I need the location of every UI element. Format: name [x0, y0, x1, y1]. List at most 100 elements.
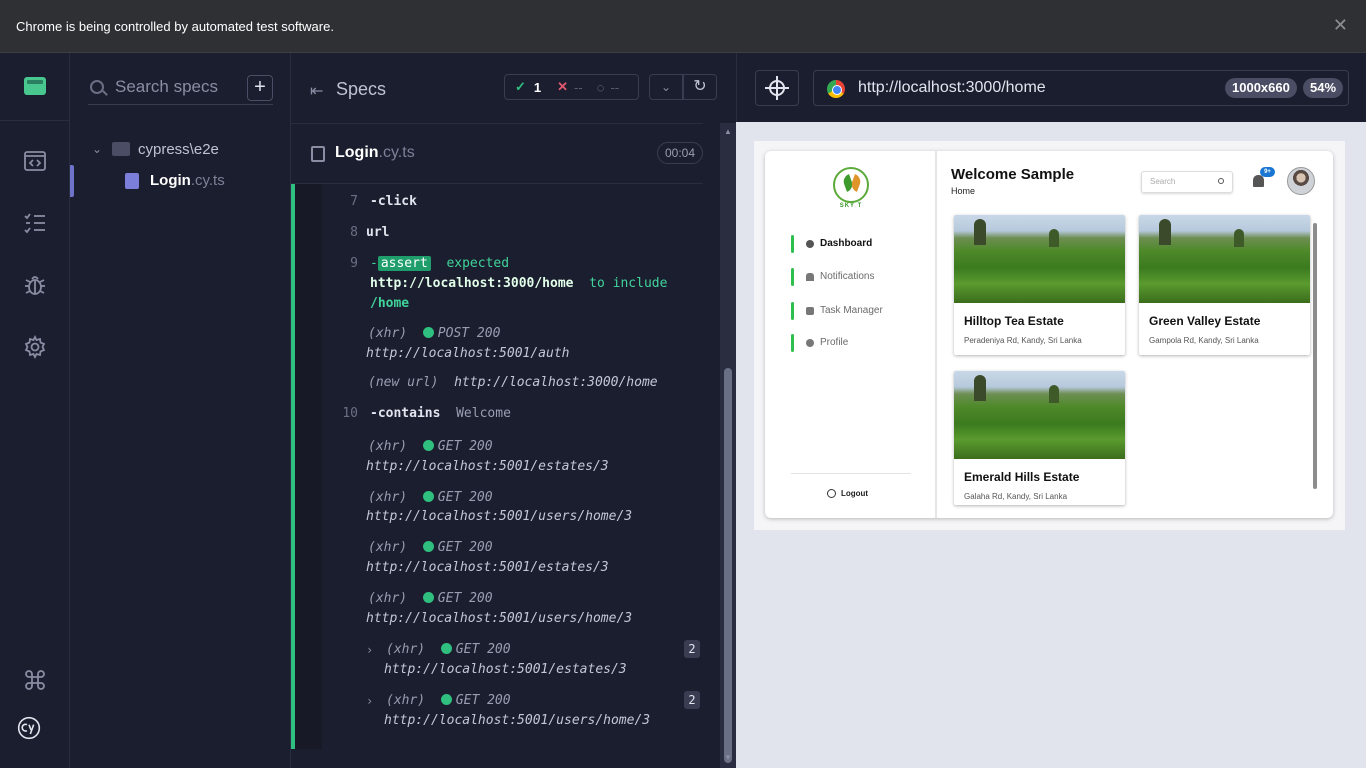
specs-list-panel: Search specs + ⌄ cypress\e2e Login.cy.ts: [70, 53, 291, 768]
avatar[interactable]: [1287, 167, 1315, 195]
nav-indicator: [791, 235, 794, 253]
failed-count: --: [574, 79, 583, 95]
list-check-icon[interactable]: [23, 211, 47, 235]
estate-card[interactable]: Hilltop Tea Estate Peradeniya Rd, Kandy,…: [954, 215, 1125, 355]
power-icon: [827, 489, 836, 498]
page-title: Welcome Sample: [951, 166, 1075, 183]
reporter-panel: ⇤ Specs ✓ 1 ✕ -- ◌ -- ⌄ ↻ Login.cy.ts 00…: [291, 53, 736, 768]
viewport-badge[interactable]: 1000x660: [1225, 78, 1297, 98]
selector-playground-button[interactable]: [755, 70, 799, 106]
command-number: 10: [342, 406, 358, 421]
brand-name: SKY T: [839, 203, 863, 209]
sidebar-item-label: Task Manager: [820, 305, 883, 316]
estate-image: [954, 215, 1125, 303]
reporter-title[interactable]: Specs: [336, 79, 386, 100]
app-search-input[interactable]: Search: [1141, 171, 1233, 193]
assert-line: - assert expected: [370, 256, 510, 271]
notification-badge: 9+: [1260, 167, 1275, 177]
estate-card[interactable]: Emerald Hills Estate Galaha Rd, Kandy, S…: [954, 371, 1125, 505]
command-name: -contains Welcome: [370, 406, 511, 421]
expand-button[interactable]: ⌄: [649, 74, 683, 100]
gear-icon[interactable]: [23, 334, 47, 360]
spec-item-login[interactable]: Login.cy.ts: [70, 165, 290, 197]
estate-image: [1139, 215, 1310, 303]
estate-address: Peradeniya Rd, Kandy, Sri Lanka: [964, 336, 1082, 345]
status-dot-icon: [440, 643, 452, 654]
add-spec-button[interactable]: +: [247, 75, 273, 101]
check-icon: ✓: [515, 79, 526, 94]
cross-icon: ✕: [557, 79, 569, 94]
estate-name: Green Valley Estate: [1149, 314, 1261, 328]
spec-file-name: Login.cy.ts: [150, 172, 225, 189]
test-stats: ✓ 1 ✕ -- ◌ --: [504, 74, 639, 100]
spec-file-header: Login.cy.ts 00:04: [291, 123, 703, 184]
search-specs-input[interactable]: Search specs: [88, 75, 273, 105]
assert-tag: assert: [377, 256, 431, 271]
reporter-scrollbar[interactable]: ▲ ▼: [720, 123, 736, 768]
document-icon: [125, 173, 139, 189]
chevron-right-icon[interactable]: ›: [366, 640, 373, 660]
search-placeholder: Search: [1150, 177, 1176, 186]
scroll-down-icon[interactable]: ▼: [724, 753, 732, 762]
chrome-icon: [827, 80, 845, 98]
logout-label: Logout: [841, 489, 869, 498]
checklist-icon: [806, 307, 814, 315]
nav-indicator: [791, 334, 794, 352]
estate-card[interactable]: Green Valley Estate Gampola Rd, Kandy, S…: [1139, 215, 1310, 355]
command-icon[interactable]: [23, 668, 47, 692]
estate-image: [954, 371, 1125, 459]
bell-icon[interactable]: [1253, 175, 1264, 187]
reporter-header: ⇤ Specs ✓ 1 ✕ -- ◌ -- ⌄ ↻: [291, 53, 736, 123]
rerun-button[interactable]: ↻: [683, 74, 717, 100]
estate-name: Emerald Hills Estate: [964, 470, 1080, 484]
estate-address: Galaha Rd, Kandy, Sri Lanka: [964, 492, 1068, 501]
app-scrollbar[interactable]: [1312, 215, 1318, 505]
nav-indicator: [791, 268, 794, 286]
command-list: 7 -click 8 url 9 - assert expected http:/…: [322, 184, 703, 749]
pending-icon: ◌: [596, 79, 605, 95]
chevron-right-icon[interactable]: ›: [366, 691, 373, 711]
command-number: 9: [350, 256, 358, 271]
count-badge: 2: [684, 640, 700, 658]
app-logo-icon[interactable]: [24, 77, 46, 95]
count-badge: 2: [684, 691, 700, 709]
command-number: 7: [350, 194, 358, 209]
app-main: Welcome Sample Home Search 9+ Hilltop Te…: [939, 151, 1333, 518]
close-icon[interactable]: ✕: [1333, 16, 1348, 34]
duration-badge: 00:04: [657, 142, 703, 164]
collapse-arrow-icon[interactable]: ⇤: [310, 81, 323, 101]
app-shell: SKY T Dashboard Notifications Task Manag…: [765, 151, 1333, 518]
search-placeholder: Search specs: [115, 77, 218, 96]
scrollbar-thumb[interactable]: [724, 368, 732, 763]
status-dot-icon: [422, 327, 434, 338]
nav-divider: [0, 120, 70, 121]
scrollbar-thumb[interactable]: [1313, 223, 1317, 489]
cypress-logo-icon[interactable]: [17, 716, 53, 752]
status-dot-icon: [440, 694, 452, 705]
spec-file-title: Login.cy.ts: [335, 144, 415, 161]
command-log: 7 -click 8 url 9 - assert expected http:/…: [291, 184, 703, 749]
pending-count: --: [610, 79, 620, 95]
sidebar-item-task-manager[interactable]: Task Manager: [791, 302, 931, 320]
folder-row[interactable]: ⌄ cypress\e2e: [92, 139, 219, 159]
scroll-up-icon[interactable]: ▲: [724, 127, 732, 136]
logout-button[interactable]: Logout: [827, 489, 868, 498]
aut-url-bar[interactable]: http://localhost:3000/home 1000x660 54%: [813, 70, 1349, 106]
aut-panel: http://localhost:3000/home 1000x660 54% …: [736, 53, 1366, 768]
sidebar-item-notifications[interactable]: Notifications: [791, 268, 931, 286]
zoom-badge: 54%: [1303, 78, 1344, 98]
sidebar-item-profile[interactable]: Profile: [791, 334, 931, 352]
assert-value: http://localhost:3000/home: [370, 276, 574, 291]
left-nav: [0, 53, 70, 768]
nav-indicator: [791, 302, 794, 320]
automation-banner: Chrome is being controlled by automated …: [0, 0, 1366, 53]
selected-indicator: [70, 165, 74, 197]
status-dot-icon: [422, 592, 434, 603]
code-icon[interactable]: [23, 149, 47, 173]
bug-icon[interactable]: [23, 273, 47, 297]
sidebar-divider: [791, 473, 911, 474]
bell-icon: [806, 273, 814, 281]
sidebar-item-dashboard[interactable]: Dashboard: [791, 235, 931, 253]
search-icon: [1218, 178, 1224, 184]
user-icon: [806, 339, 814, 347]
